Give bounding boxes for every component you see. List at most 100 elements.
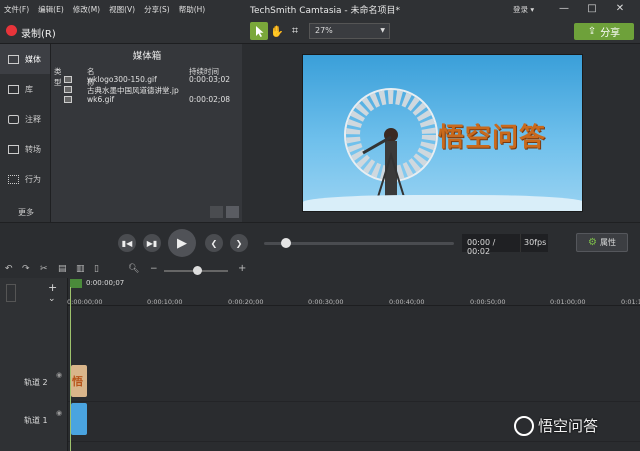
tick-label: 0:00:40;00	[389, 298, 425, 306]
fps-display: 30fps	[520, 234, 548, 252]
menu-bar: 文件(F) 编辑(E) 修改(M) 视图(V) 分享(S) 帮助(H)	[4, 4, 205, 15]
menu-help[interactable]: 帮助(H)	[179, 4, 206, 15]
canvas-title-text: 悟空问答	[438, 123, 547, 153]
library-icon	[8, 84, 19, 94]
list-view-icon[interactable]	[226, 206, 239, 218]
app-title: TechSmith Camtasia - 未命名项目*	[250, 6, 401, 16]
sidebar: 媒体 库 注释 转场 行为	[0, 44, 50, 222]
chevron-down-icon[interactable]: ⌄	[48, 294, 56, 304]
maximize-button[interactable]: □	[584, 2, 600, 16]
close-button[interactable]: ✕	[612, 2, 628, 16]
record-icon[interactable]	[6, 25, 17, 36]
zoom-select[interactable]: 27% ▼	[309, 23, 390, 39]
zoom-in-icon[interactable]: +	[238, 263, 246, 274]
copy-icon[interactable]: ▤	[58, 264, 67, 274]
tick-label: 0:00:50;00	[470, 298, 506, 306]
properties-button[interactable]: ⚙ 属性	[576, 233, 628, 252]
image-file-icon	[64, 86, 72, 93]
title-bar: 文件(F) 编辑(E) 修改(M) 视图(V) 分享(S) 帮助(H) Tech…	[0, 0, 640, 19]
menu-view[interactable]: 视图(V)	[109, 4, 135, 15]
timeline-toolbar: ↶ ↷ ✂ ▤ ▥ ▯ 🔍︎ − +	[0, 262, 640, 278]
track-2-lane[interactable]	[68, 362, 640, 402]
sidebar-item-media[interactable]: 媒体	[0, 44, 50, 74]
windmill-image	[344, 88, 438, 211]
media-bin-title: 媒体箱	[132, 51, 162, 62]
watermark: 悟空问答	[514, 415, 598, 436]
eye-icon[interactable]: ◉	[56, 409, 62, 417]
tick-label: 0:00:30;00	[308, 298, 344, 306]
login-label: 登录	[513, 5, 528, 14]
track-headers: + ⌄ 轨道 2 轨道 1 ◉ ◉	[0, 278, 68, 451]
seek-bar[interactable]	[264, 242, 454, 245]
sidebar-item-label: 库	[25, 84, 33, 94]
share-icon: ⇪	[587, 26, 597, 37]
split-icon[interactable]: ▯	[94, 264, 99, 274]
watermark-text: 悟空问答	[538, 417, 599, 435]
timeline-zoom-handle[interactable]	[193, 266, 202, 275]
track-options-icon[interactable]	[6, 284, 16, 302]
sidebar-item-library[interactable]: 库	[0, 74, 50, 104]
sidebar-item-transitions[interactable]: 转场	[0, 134, 50, 164]
step-back-icon[interactable]: ▮◀	[118, 234, 136, 252]
menu-file[interactable]: 文件(F)	[4, 4, 29, 15]
time-display: 00:00 / 00:02	[462, 234, 520, 256]
gif-file-icon	[64, 76, 72, 83]
share-button[interactable]: ⇪ 分享	[574, 23, 634, 40]
add-track-icon[interactable]: +	[48, 281, 57, 294]
preview-canvas[interactable]: 悟空问答	[302, 54, 583, 212]
step-forward-icon[interactable]: ▶▮	[143, 234, 161, 252]
clip-thumbnail: 悟	[72, 375, 83, 388]
playhead-handle[interactable]	[70, 279, 82, 288]
seek-handle[interactable]	[281, 238, 291, 248]
record-button[interactable]: 录制(R)	[21, 25, 56, 40]
zoom-value: 27%	[315, 26, 333, 35]
menu-modify[interactable]: 修改(M)	[73, 4, 100, 15]
previous-icon[interactable]: ❮	[205, 234, 223, 252]
media-bin: 媒体箱 类型 名称 持续时间 wklogo300-150.gif 0:00:03…	[50, 44, 242, 222]
hand-tool-icon[interactable]: ✋	[268, 22, 286, 40]
play-button[interactable]: ▶	[168, 229, 196, 257]
sidebar-item-label: 媒体	[25, 54, 41, 64]
zoom-out-icon[interactable]: −	[150, 264, 158, 274]
file-name: wklogo300-150.gif	[87, 75, 157, 84]
gear-icon: ⚙	[588, 237, 597, 248]
sidebar-item-annotations[interactable]: 注释	[0, 104, 50, 134]
timeline-ruler[interactable]: 0:00:00;00 0:00:10;00 0:00:20;00 0:00:30…	[67, 278, 640, 306]
chevron-down-icon: ▼	[380, 27, 385, 34]
more-button[interactable]: 更多	[18, 207, 34, 218]
select-tool-icon[interactable]	[250, 22, 268, 40]
menu-share[interactable]: 分享(S)	[144, 4, 170, 15]
main-toolbar: 录制(R) ✋ ⌗ 27% ▼ ⇪ 分享	[0, 19, 640, 44]
zoom-icon[interactable]: 🔍︎	[128, 264, 139, 274]
timeline-clip-track-1[interactable]	[71, 403, 87, 435]
tick-label: 0:01:10;00	[621, 298, 640, 306]
file-duration: 0:00:03;02	[189, 75, 230, 84]
grid-view-icon[interactable]	[210, 206, 223, 218]
track-1-name[interactable]: 轨道 1	[24, 415, 48, 426]
cut-icon[interactable]: ✂	[40, 264, 48, 274]
file-name: wk6.gif	[87, 95, 115, 104]
media-icon	[8, 54, 19, 64]
playhead-time: 0:00:00;07	[86, 279, 125, 287]
undo-icon[interactable]: ↶	[5, 264, 13, 274]
list-item[interactable]: wk6.gif 0:00:02;08	[53, 95, 243, 105]
watermark-logo-icon	[514, 415, 534, 436]
sidebar-item-behaviors[interactable]: 行为	[0, 164, 50, 194]
list-item[interactable]: 古典水墨中国风道德讲堂.jp	[53, 85, 243, 95]
eye-icon[interactable]: ◉	[56, 371, 62, 379]
share-label: 分享	[600, 28, 621, 39]
playback-bar: ▮◀ ▶▮ ▶ ❮ ❯ 00:00 / 00:02 30fps ⚙ 属性	[0, 222, 640, 262]
next-icon[interactable]: ❯	[230, 234, 248, 252]
transition-icon	[8, 144, 19, 154]
crop-tool-icon[interactable]: ⌗	[286, 22, 304, 40]
track-2-name[interactable]: 轨道 2	[24, 377, 48, 388]
menu-edit[interactable]: 编辑(E)	[38, 4, 64, 15]
redo-icon[interactable]: ↷	[22, 264, 30, 274]
minimize-button[interactable]: —	[556, 2, 572, 16]
properties-label: 属性	[599, 238, 616, 247]
list-item[interactable]: wklogo300-150.gif 0:00:03;02	[53, 75, 243, 85]
timeline-clip-track-2[interactable]: 悟	[71, 365, 87, 397]
paste-icon[interactable]: ▥	[76, 264, 85, 274]
login-button[interactable]: 登录 ▾	[513, 4, 534, 15]
cloud-shape	[303, 195, 582, 211]
